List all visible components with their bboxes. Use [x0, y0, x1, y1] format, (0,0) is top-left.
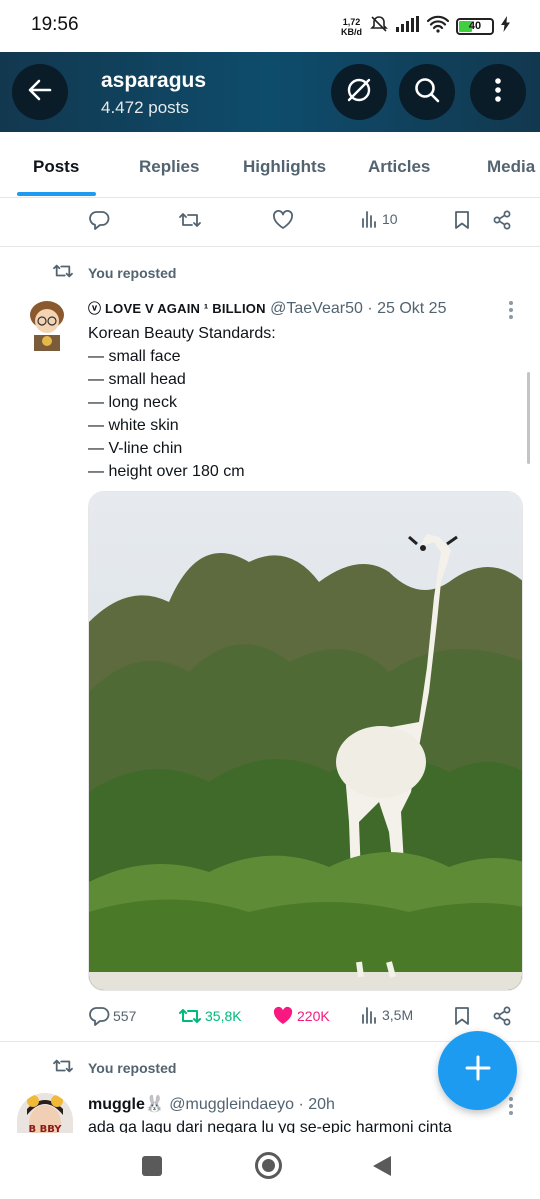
- plus-icon: [464, 1054, 492, 1087]
- views-icon: [361, 1006, 379, 1024]
- heart-filled-icon: [272, 1006, 294, 1026]
- net-speed: 1,72 KB/d: [341, 16, 362, 37]
- back-button[interactable]: [12, 64, 68, 120]
- reply-button[interactable]: [88, 210, 110, 230]
- tab-highlights[interactable]: Highlights: [243, 157, 326, 177]
- repost-indicator: You reposted: [52, 1057, 176, 1078]
- reply-count: 557: [113, 1008, 137, 1024]
- recents-button[interactable]: [142, 1156, 162, 1176]
- profile-tabs: Posts Replies Highlights Articles Media: [0, 132, 540, 198]
- profile-name: asparagus: [101, 69, 207, 92]
- bookmark-button[interactable]: [453, 210, 471, 230]
- more-options-button[interactable]: [470, 64, 526, 120]
- compose-button[interactable]: [438, 1031, 517, 1110]
- author-name[interactable]: muggle🐰: [88, 1096, 165, 1113]
- bookmark-button[interactable]: [453, 1006, 471, 1026]
- avatar[interactable]: [22, 297, 72, 353]
- repost-button[interactable]: 35,8K: [178, 1006, 242, 1026]
- post-author-line: ⓥ LOVE V AGAIN ¹ BILLION @TaeVear50 · 25…: [88, 298, 446, 318]
- back-nav-button[interactable]: [372, 1155, 392, 1182]
- views-button[interactable]: 10: [361, 210, 398, 228]
- profile-header: asparagus 4.472 posts: [0, 52, 540, 132]
- post-text: Korean Beauty Standards: — small face — …: [88, 325, 276, 480]
- status-time: 19:56: [31, 14, 79, 35]
- repost-button[interactable]: [178, 210, 202, 230]
- repost-count: 35,8K: [205, 1008, 242, 1024]
- search-icon: [413, 76, 441, 109]
- post-text: ada ga lagu dari negara lu yg se-epic ha…: [88, 1119, 452, 1133]
- post-count: 4.472 posts: [101, 98, 189, 117]
- repost-icon: [178, 210, 202, 230]
- repost-icon: [178, 1006, 202, 1026]
- share-icon: [492, 210, 512, 230]
- status-icons: 1,72 KB/d 40: [341, 14, 510, 39]
- post-menu-icon[interactable]: [509, 1097, 515, 1115]
- arrow-left-icon: [27, 77, 53, 108]
- status-bar: 19:56 1,72 KB/d 40: [0, 0, 540, 52]
- wifi-icon: [426, 15, 450, 38]
- svg-text:B BBY: B BBY: [28, 1124, 62, 1133]
- charging-icon: [501, 16, 510, 37]
- post-author-line: muggle🐰 @muggleindaeyo · 20h: [88, 1094, 335, 1114]
- avatar[interactable]: B BBY: [17, 1093, 73, 1133]
- post-divider: [0, 246, 540, 247]
- bookmark-icon: [453, 210, 471, 230]
- post-actions: 557 35,8K 220K 3,5M: [0, 1002, 540, 1032]
- signal-icon: [396, 16, 420, 37]
- tab-replies[interactable]: Replies: [139, 157, 199, 177]
- reply-icon: [88, 1006, 110, 1026]
- scrollbar[interactable]: [527, 372, 530, 464]
- repost-icon: [52, 262, 74, 283]
- heart-outline-icon: [272, 210, 294, 230]
- repost-indicator: You reposted: [52, 262, 176, 283]
- previous-post-actions: 10: [0, 206, 540, 236]
- post-date: · 20h: [298, 1096, 335, 1113]
- views-count: 10: [382, 211, 398, 227]
- active-tab-indicator: [17, 192, 96, 196]
- author-handle[interactable]: @muggleindaeyo: [169, 1096, 294, 1113]
- repost-icon: [52, 1057, 74, 1078]
- home-button[interactable]: [255, 1152, 282, 1179]
- system-nav-bar: [0, 1133, 540, 1199]
- grok-icon: [344, 75, 374, 110]
- battery-icon: 40: [456, 18, 494, 35]
- bookmark-icon: [453, 1006, 471, 1026]
- like-button[interactable]: [272, 210, 294, 230]
- author-name[interactable]: ⓥ LOVE V AGAIN ¹ BILLION: [88, 301, 266, 316]
- reply-button[interactable]: 557: [88, 1006, 136, 1026]
- like-count: 220K: [297, 1008, 330, 1024]
- more-vertical-icon: [494, 77, 502, 108]
- tab-posts[interactable]: Posts: [33, 157, 79, 177]
- tab-media[interactable]: Media: [487, 157, 535, 177]
- tab-articles[interactable]: Articles: [368, 157, 430, 177]
- search-button[interactable]: [399, 64, 455, 120]
- views-button[interactable]: 3,5M: [361, 1006, 413, 1024]
- share-icon: [492, 1006, 512, 1026]
- post-image[interactable]: [88, 491, 523, 991]
- post-menu-icon[interactable]: [509, 301, 515, 319]
- views-count: 3,5M: [382, 1007, 414, 1023]
- grok-button[interactable]: [331, 64, 387, 120]
- like-button[interactable]: 220K: [272, 1006, 330, 1026]
- share-button[interactable]: [492, 1006, 512, 1026]
- post-date: · 25 Okt 25: [367, 300, 447, 317]
- views-icon: [361, 210, 379, 228]
- mute-icon: [369, 14, 389, 39]
- author-handle[interactable]: @TaeVear50: [270, 300, 363, 317]
- reply-icon: [88, 210, 110, 230]
- share-button[interactable]: [492, 210, 512, 230]
